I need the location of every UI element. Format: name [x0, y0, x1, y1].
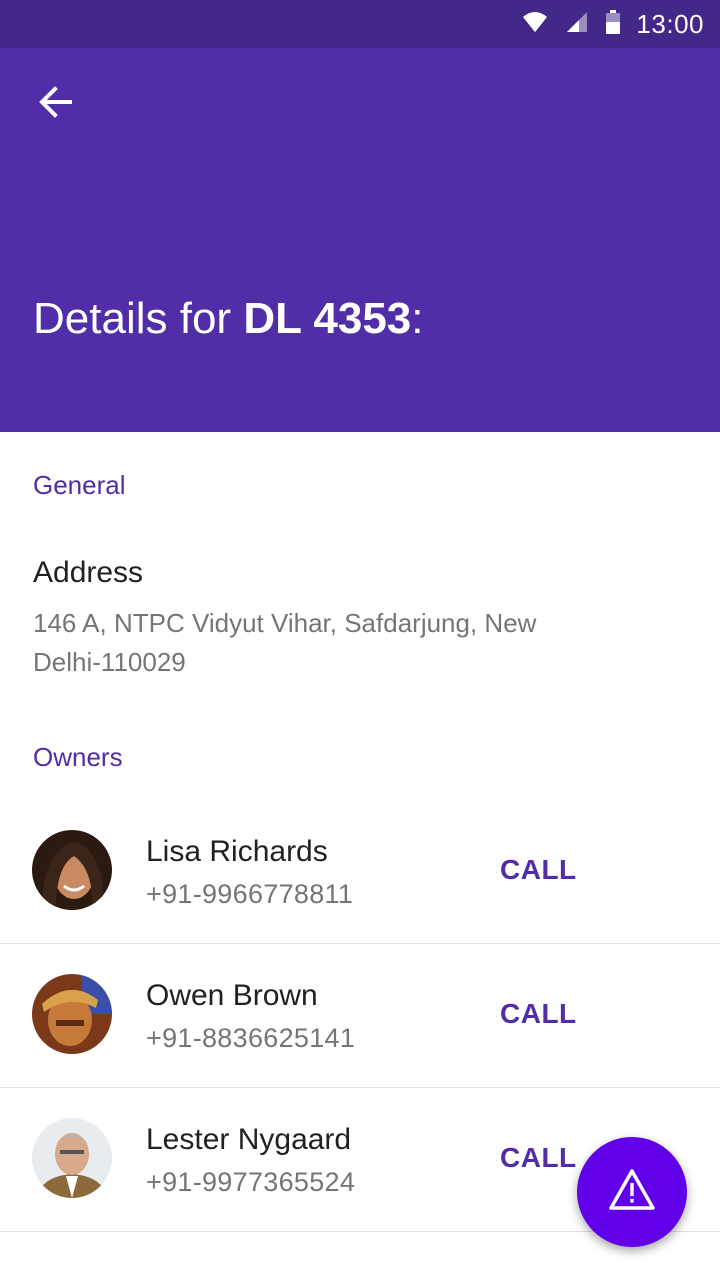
battery-icon — [606, 9, 621, 39]
section-header-general: General — [33, 470, 126, 500]
warning-icon — [608, 1168, 656, 1217]
owner-name: Lisa Richards — [146, 835, 328, 868]
owner-phone: +91-8836625141 — [146, 1023, 356, 1053]
avatar — [32, 830, 112, 910]
owner-name: Owen Brown — [146, 979, 318, 1012]
avatar — [32, 1118, 112, 1198]
address-label: Address — [33, 556, 144, 589]
call-button[interactable]: CALL — [500, 994, 580, 1034]
report-fab-button[interactable] — [577, 1137, 687, 1247]
status-time: 13:00 — [636, 8, 704, 39]
call-button[interactable]: CALL — [500, 850, 580, 890]
section-header-owners: Owners — [33, 742, 123, 772]
title-prefix: Details for — [33, 294, 232, 343]
owner-name: Lester Nygaard — [146, 1123, 352, 1156]
wifi-icon — [522, 11, 548, 38]
back-button[interactable] — [28, 82, 84, 126]
owner-phone: +91-9977365524 — [146, 1167, 356, 1197]
avatar — [32, 974, 112, 1054]
call-button[interactable]: CALL — [500, 1138, 580, 1178]
title-vehicle-id: DL 4353 — [243, 294, 412, 343]
page-title: Details for DL 4353: — [33, 294, 424, 344]
list-item: Owen Brown +91-8836625141 CALL — [0, 944, 720, 1088]
signal-icon — [566, 11, 588, 38]
status-bar: 13:00 — [0, 0, 720, 48]
app-bar: Details for DL 4353: — [0, 48, 720, 432]
title-suffix: : — [411, 294, 424, 343]
arrow-back-icon — [38, 84, 74, 125]
owner-phone: +91-9966778811 — [146, 879, 354, 909]
list-item: Lisa Richards +91-9966778811 CALL — [0, 800, 720, 944]
address-value: 146 A, NTPC Vidyut Vihar, Safdarjung, Ne… — [33, 608, 537, 677]
